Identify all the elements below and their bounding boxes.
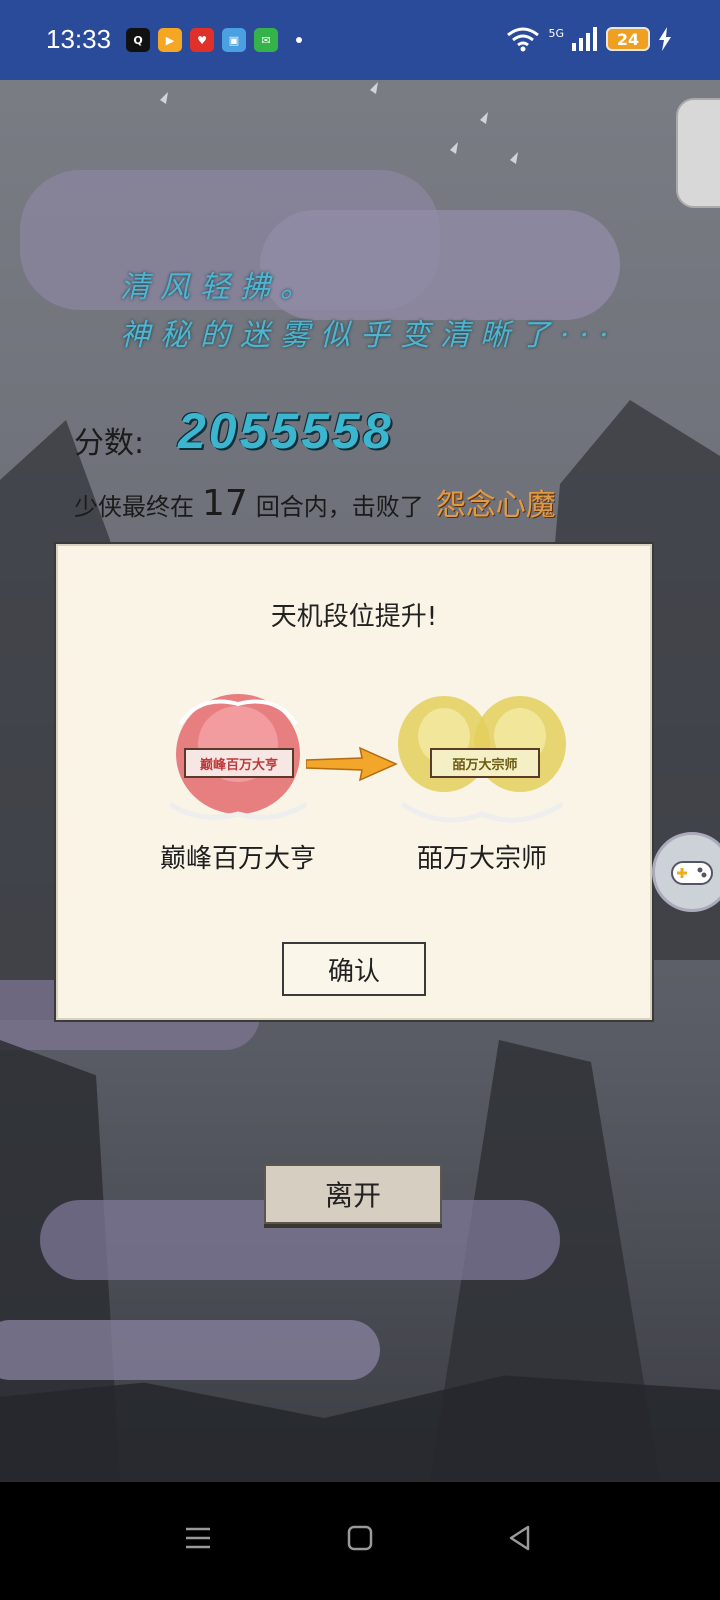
score-label: 分数:	[74, 426, 145, 461]
from-rank-plate: 巅峰百万大亨	[184, 748, 294, 778]
result-rounds: 17	[202, 483, 248, 524]
home-icon[interactable]	[346, 1524, 374, 1552]
result-middle: 回合内，击败了	[255, 493, 424, 521]
from-rank-badge: 巅峰百万大亨	[160, 684, 316, 834]
dialog-title: 天机段位提升!	[270, 602, 438, 632]
rank-up-dialog: 天机段位提升! 巅峰百万大亨 巅峰百万大亨 皕万大宗师 皕万大宗师 确认	[54, 542, 654, 1022]
video-app-icon: ▶	[158, 28, 182, 52]
poem-line-2: 神秘的迷雾似乎变清晰了···	[120, 318, 619, 353]
wifi-icon	[507, 27, 540, 52]
message-app-icon: ✉	[254, 28, 278, 52]
confirm-button[interactable]: 确认	[282, 942, 426, 996]
boss-name: 怨念心魔	[435, 488, 556, 523]
from-rank-label: 巅峰百万大亨	[159, 844, 316, 874]
network-type: 5G	[548, 26, 564, 40]
notification-icons: Q ▶ ♥ ▣ ✉	[126, 28, 302, 52]
qq-icon: Q	[126, 28, 150, 52]
navigation-bar	[0, 1482, 720, 1600]
floating-side-tab[interactable]	[676, 98, 720, 208]
battle-result: 少侠最终在 17 回合内，击败了 怨念心魔	[74, 480, 556, 524]
to-rank-badge: 皕万大宗师	[392, 684, 572, 834]
charging-icon	[659, 27, 671, 51]
battery-level: 24	[616, 29, 640, 49]
to-rank-plate: 皕万大宗师	[430, 748, 540, 778]
status-time: 13:33	[46, 24, 112, 54]
battery-icon: 24	[606, 27, 650, 51]
cloud	[0, 1320, 380, 1380]
poem-line-1: 清风轻拂。	[120, 270, 320, 305]
signal-icon	[572, 27, 597, 51]
lottery-app-icon: ♥	[190, 28, 214, 52]
gallery-app-icon: ▣	[222, 28, 246, 52]
score-value: 2055558	[178, 403, 394, 459]
gamepad-icon	[671, 861, 713, 885]
result-prefix: 少侠最终在	[74, 493, 194, 521]
back-icon[interactable]	[506, 1524, 534, 1552]
recent-apps-icon[interactable]	[184, 1524, 212, 1552]
more-notifications-dot	[296, 37, 302, 43]
status-bar: 13:33 Q ▶ ♥ ▣ ✉ 5G 24	[0, 0, 720, 80]
leave-button[interactable]: 离开	[264, 1164, 442, 1224]
status-indicators: 5G 24	[506, 26, 672, 52]
birds-decoration	[160, 82, 518, 164]
to-rank-label: 皕万大宗师	[416, 844, 547, 874]
arrow-right-icon	[306, 746, 398, 782]
